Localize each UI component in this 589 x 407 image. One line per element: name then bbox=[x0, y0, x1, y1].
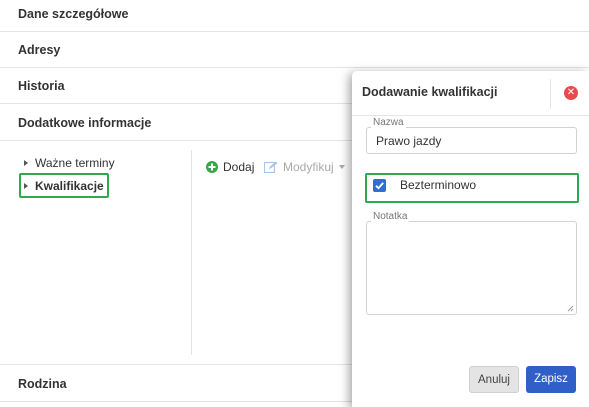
section-addresses[interactable]: Adresy bbox=[0, 32, 589, 68]
tree-divider bbox=[191, 150, 192, 355]
cancel-button[interactable]: Anuluj bbox=[469, 366, 519, 393]
save-button-label: Zapisz bbox=[534, 373, 568, 385]
tree-item-label: Ważne terminy bbox=[35, 156, 115, 170]
section-details[interactable]: Dane szczegółowe bbox=[0, 0, 589, 32]
highlight-qualifications bbox=[19, 173, 109, 198]
add-button[interactable]: Dodaj bbox=[206, 160, 254, 174]
add-button-label: Dodaj bbox=[223, 160, 255, 174]
section-additional-info-title: Dodatkowe informacje bbox=[18, 116, 152, 130]
note-field-label: Notatka bbox=[371, 211, 410, 222]
add-qualification-modal: Dodawanie kwalifikacji ✕ Prawo jazdy Naz… bbox=[352, 71, 589, 407]
header-separator bbox=[550, 79, 551, 109]
cancel-button-label: Anuluj bbox=[478, 374, 510, 386]
modify-button[interactable]: Modyfikuj bbox=[264, 160, 345, 174]
edit-icon bbox=[264, 161, 278, 173]
caret-right-icon bbox=[24, 160, 28, 166]
name-field-label: Nazwa bbox=[371, 117, 406, 128]
section-history-title: Historia bbox=[18, 79, 65, 93]
section-addresses-title: Adresy bbox=[18, 43, 61, 57]
modify-button-label: Modyfikuj bbox=[283, 160, 334, 174]
name-field[interactable]: Prawo jazdy bbox=[366, 127, 577, 154]
modal-title: Dodawanie kwalifikacji bbox=[362, 85, 498, 99]
highlight-indefinite bbox=[365, 173, 579, 203]
chevron-down-icon bbox=[338, 165, 345, 169]
note-textarea[interactable] bbox=[366, 221, 577, 315]
name-field-value: Prawo jazdy bbox=[376, 134, 442, 148]
section-details-title: Dane szczegółowe bbox=[18, 7, 129, 21]
close-icon[interactable]: ✕ bbox=[564, 86, 578, 100]
modal-header: Dodawanie kwalifikacji ✕ bbox=[352, 71, 589, 116]
section-family-title: Rodzina bbox=[18, 377, 67, 391]
tree-item-important-dates[interactable]: Ważne terminy bbox=[24, 156, 115, 170]
save-button[interactable]: Zapisz bbox=[526, 366, 576, 393]
add-icon bbox=[206, 161, 218, 173]
resize-handle-icon[interactable] bbox=[567, 305, 574, 312]
